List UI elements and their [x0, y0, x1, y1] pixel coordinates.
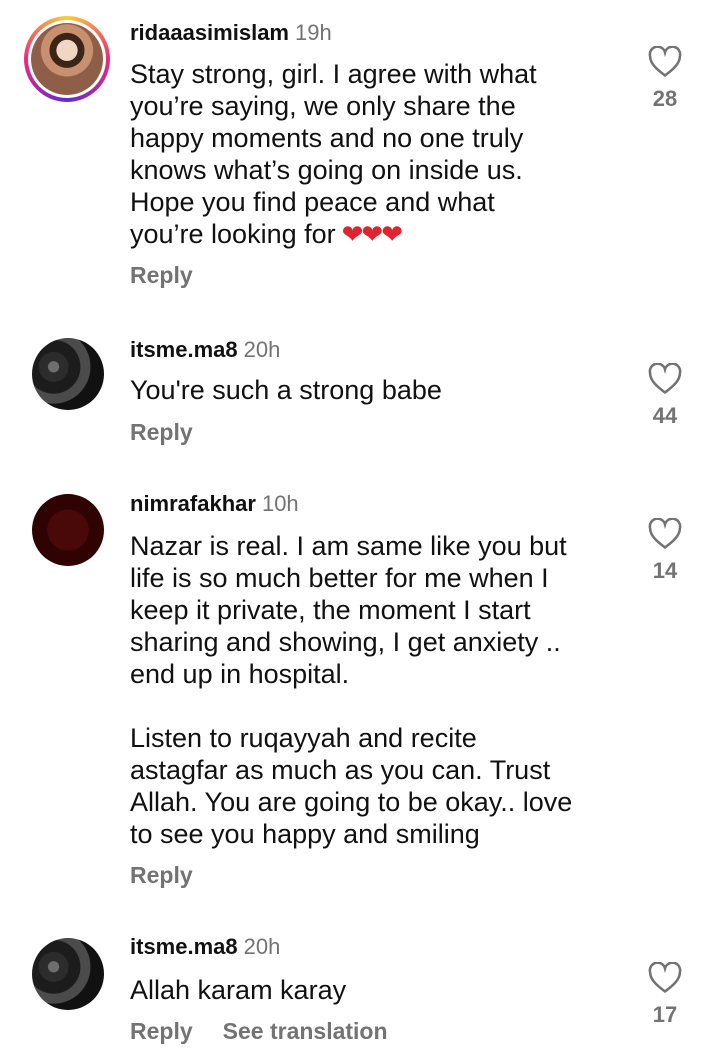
timestamp: 20h: [243, 337, 281, 362]
avatar[interactable]: [32, 494, 104, 566]
reply-button[interactable]: Reply: [130, 1018, 193, 1044]
comment-actions: Reply: [130, 419, 223, 446]
comment-text: Stay strong, girl. I agree with what you…: [130, 59, 537, 249]
avatar[interactable]: [32, 938, 104, 1010]
username[interactable]: itsme.ma8: [130, 337, 238, 362]
like-count: 17: [652, 1002, 678, 1027]
heart-icon[interactable]: [648, 46, 682, 78]
comment-actions: Reply: [130, 262, 223, 289]
comment-actions: Reply See translation: [130, 1018, 418, 1045]
like-count: 14: [652, 558, 678, 583]
reply-button[interactable]: Reply: [130, 419, 193, 445]
comment-header: itsme.ma8 20h: [130, 337, 280, 363]
username[interactable]: itsme.ma8: [130, 934, 238, 959]
comment-text: You're such a strong babe: [130, 375, 442, 405]
timestamp: 19h: [294, 20, 332, 45]
reply-button[interactable]: Reply: [130, 862, 193, 888]
comment-text: Allah karam karay: [130, 975, 347, 1005]
username[interactable]: nimrafakhar: [130, 491, 256, 516]
comment-header: itsme.ma8 20h: [130, 934, 280, 960]
like-count: 28: [652, 86, 678, 111]
comment-text: Nazar is real. I am same like you but li…: [130, 531, 573, 849]
profile-photo-icon: [31, 23, 103, 95]
like-control: 28: [640, 46, 690, 112]
heart-icon[interactable]: [648, 962, 682, 994]
heart-icon[interactable]: [648, 363, 682, 395]
heart-emoji: ❤❤❤: [341, 219, 403, 249]
avatar[interactable]: [32, 338, 104, 410]
username[interactable]: ridaaasimislam: [130, 20, 289, 45]
comment-header: ridaaasimislam 19h: [130, 20, 332, 46]
reply-button[interactable]: Reply: [130, 262, 193, 288]
like-count: 44: [652, 403, 678, 428]
comment-header: nimrafakhar 10h: [130, 491, 299, 517]
heart-icon[interactable]: [648, 518, 682, 550]
like-control: 44: [640, 363, 690, 429]
like-control: 17: [640, 962, 690, 1028]
comment-actions: Reply: [130, 862, 223, 889]
avatar[interactable]: [24, 16, 110, 102]
timestamp: 10h: [261, 491, 299, 516]
like-control: 14: [640, 518, 690, 584]
timestamp: 20h: [243, 934, 281, 959]
see-translation-button[interactable]: See translation: [223, 1018, 388, 1044]
